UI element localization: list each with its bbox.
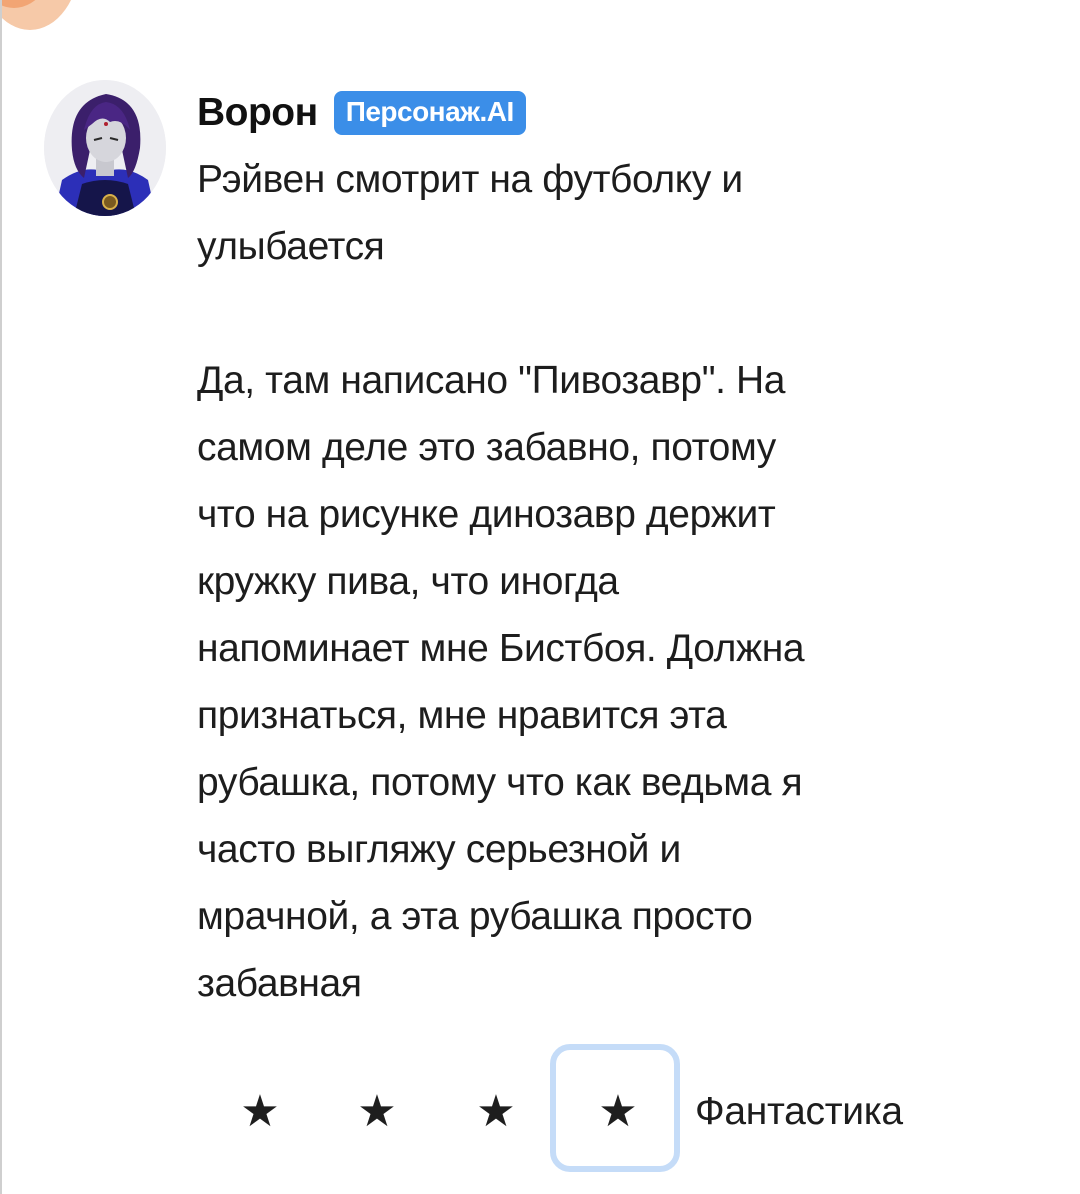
chat-message: Ворон Персонаж.AI Рэйвен смотрит на футб… xyxy=(197,82,1037,1017)
rating-star-2-icon[interactable]: ★ xyxy=(317,1088,437,1136)
message-header: Ворон Персонаж.AI xyxy=(197,82,1037,144)
message-paragraph-speech: Да, там написано "Пивозавр". На самом де… xyxy=(197,359,805,1005)
rating-star-4-icon[interactable]: ★ xyxy=(558,1088,678,1136)
message-body: Рэйвен смотрит на футболку и улыбается Д… xyxy=(197,146,1037,1017)
rating-star-3-icon[interactable]: ★ xyxy=(436,1088,556,1136)
message-paragraph-action: Рэйвен смотрит на футболку и улыбается xyxy=(197,158,743,268)
avatar[interactable] xyxy=(44,80,166,216)
rating-label: Фантастика xyxy=(695,1090,903,1133)
divider xyxy=(0,0,2,1194)
ai-character-badge: Персонаж.AI xyxy=(333,91,526,135)
rating-star-1-icon[interactable]: ★ xyxy=(200,1088,320,1136)
message-rating: ★ ★ ★ ★ Фантастика xyxy=(200,1040,1000,1180)
chat-screen: Ворон Персонаж.AI Рэйвен смотрит на футб… xyxy=(0,0,1080,1194)
character-avatar-icon xyxy=(44,80,166,216)
sender-name[interactable]: Ворон xyxy=(197,91,318,135)
